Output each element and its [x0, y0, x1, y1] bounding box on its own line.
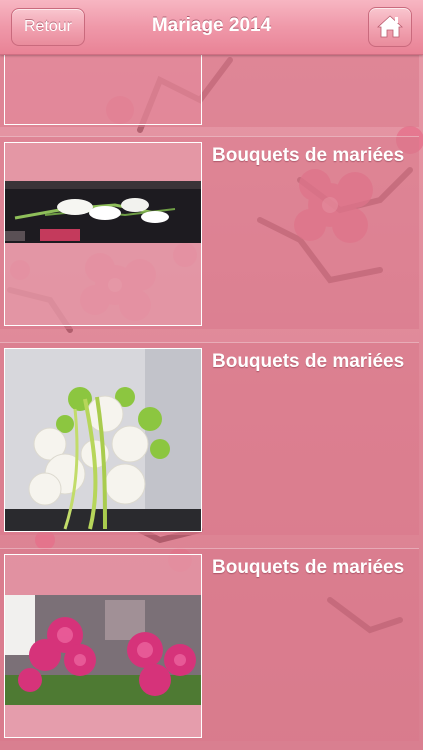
home-button[interactable]	[368, 7, 412, 47]
calla-lily-bouquet-photo	[4, 142, 202, 326]
white-rose-calla-bouquet-photo	[4, 348, 202, 532]
home-icon	[377, 15, 403, 38]
album-title: Bouquets de mariées	[212, 557, 405, 578]
pink-peony-arrangement-photo	[4, 554, 202, 738]
list-item[interactable]: Bouquets de mariées	[0, 136, 419, 329]
list-item[interactable]: Bouquets de mariées	[0, 342, 419, 535]
navigation-bar: Retour Mariage 2014	[0, 0, 423, 55]
album-thumbnail	[4, 55, 202, 125]
list-item[interactable]	[0, 54, 419, 127]
page-title: Mariage 2014	[151, 15, 272, 36]
list-item[interactable]: Bouquets de mariées	[0, 548, 419, 741]
album-title: Bouquets de mariées	[212, 351, 405, 372]
back-button[interactable]: Retour	[11, 8, 85, 46]
album-title: Bouquets de mariées	[212, 145, 405, 166]
